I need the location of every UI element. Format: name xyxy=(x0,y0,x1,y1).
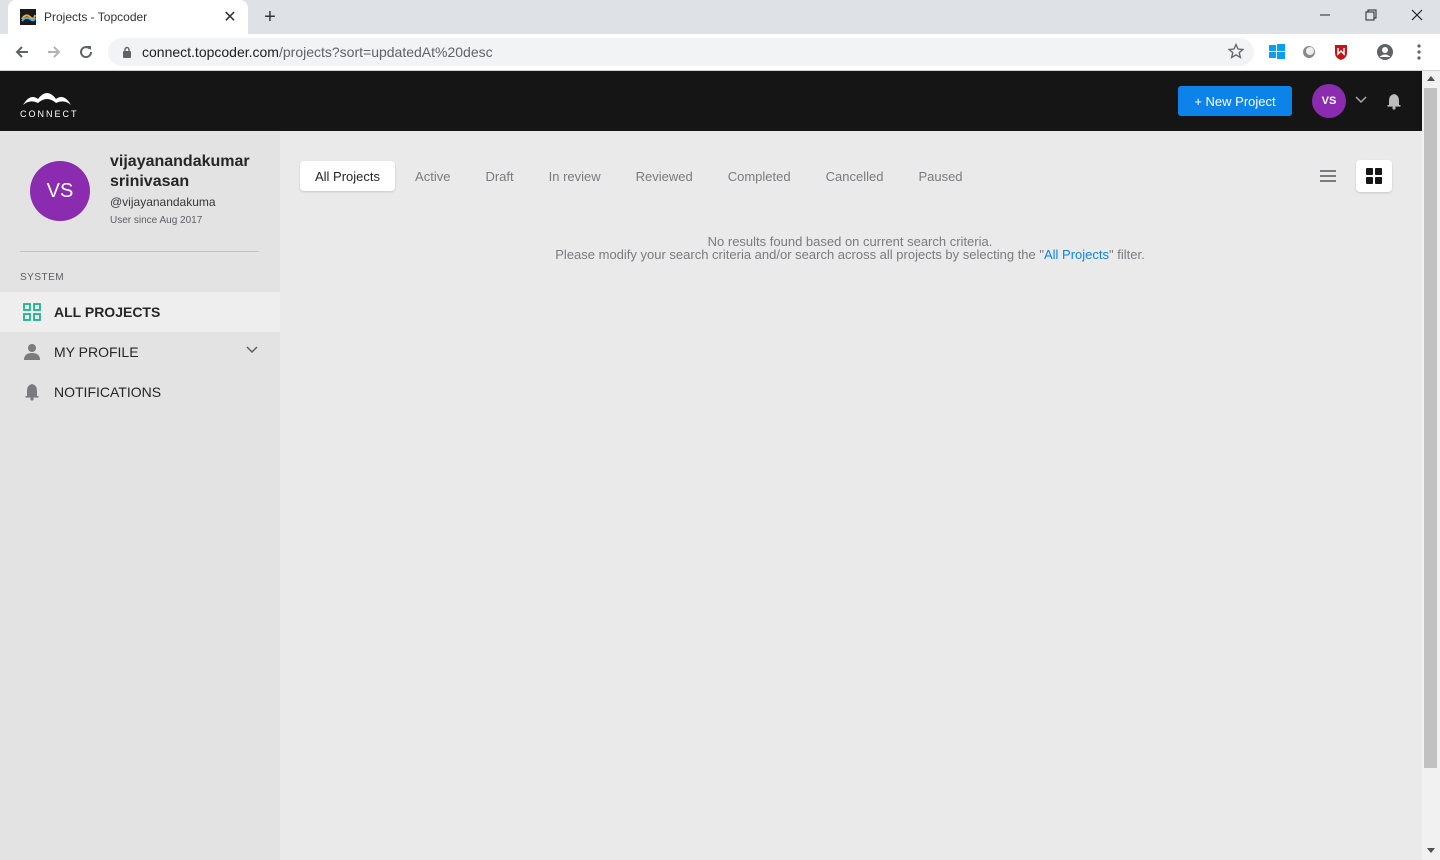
tab-reviewed[interactable]: Reviewed xyxy=(621,161,708,191)
circle-extension-icon[interactable] xyxy=(1300,43,1318,61)
bell-icon xyxy=(22,382,42,402)
new-project-button[interactable]: + New Project xyxy=(1178,86,1292,116)
chevron-down-icon[interactable] xyxy=(246,346,258,354)
page-scrollbar[interactable] xyxy=(1422,71,1440,860)
empty-state-message: No results found based on current search… xyxy=(300,235,1400,261)
windows-extension-icon[interactable] xyxy=(1268,43,1286,61)
tab-active[interactable]: Active xyxy=(400,161,465,191)
topcoder-favicon-icon xyxy=(20,9,36,25)
logo-text: CONNECT xyxy=(20,109,79,119)
forward-icon[interactable] xyxy=(42,40,66,64)
sidebar-item-all-projects[interactable]: ALL PROJECTS xyxy=(0,292,280,332)
tab-in-review[interactable]: In review xyxy=(534,161,616,191)
menu-kebab-icon[interactable] xyxy=(1410,43,1428,61)
scroll-thumb[interactable] xyxy=(1424,88,1437,768)
sidebar-item-label: ALL PROJECTS xyxy=(54,304,161,320)
browser-toolbar: connect.topcoder.com/projects?sort=updat… xyxy=(0,34,1440,71)
browser-tabstrip: Projects - Topcoder ✕ + xyxy=(0,0,1440,34)
tab-all-projects[interactable]: All Projects xyxy=(300,161,396,191)
profile-avatar: VS xyxy=(30,161,90,221)
account-icon[interactable] xyxy=(1376,43,1394,61)
scroll-down-icon[interactable] xyxy=(1427,848,1435,853)
sidebar-item-my-profile[interactable]: MY PROFILE xyxy=(0,332,280,372)
browser-tab[interactable]: Projects - Topcoder ✕ xyxy=(8,0,248,34)
sidebar-item-notifications[interactable]: NOTIFICATIONS xyxy=(0,372,280,412)
scroll-up-icon[interactable] xyxy=(1427,76,1435,81)
minimize-icon[interactable] xyxy=(1302,0,1348,30)
list-view-icon[interactable] xyxy=(1312,161,1344,191)
address-bar[interactable]: connect.topcoder.com/projects?sort=updat… xyxy=(108,38,1254,66)
tab-paused[interactable]: Paused xyxy=(903,161,977,191)
sidebar: VS vijayanandakumar srinivasan @vijayana… xyxy=(0,131,280,860)
empty-line-2: Please modify your search criteria and/o… xyxy=(555,247,1145,262)
close-tab-icon[interactable]: ✕ xyxy=(222,7,238,27)
section-label: SYSTEM xyxy=(20,272,65,283)
grid-view-icon[interactable] xyxy=(1356,160,1392,192)
bell-icon[interactable] xyxy=(1385,92,1403,110)
tab-draft[interactable]: Draft xyxy=(470,161,528,191)
sidebar-item-label: MY PROFILE xyxy=(54,344,139,360)
sidebar-divider xyxy=(20,251,259,252)
project-filter-tabs: All Projects Active Draft In review Revi… xyxy=(300,161,983,191)
chevron-down-icon[interactable] xyxy=(1354,95,1368,105)
reload-icon[interactable] xyxy=(74,40,98,64)
lock-icon xyxy=(123,46,131,58)
bookmark-star-icon[interactable] xyxy=(1228,43,1244,59)
restore-icon[interactable] xyxy=(1348,0,1394,30)
sidebar-item-label: NOTIFICATIONS xyxy=(54,384,162,400)
all-projects-link[interactable]: All Projects xyxy=(1044,247,1109,262)
tab-cancelled[interactable]: Cancelled xyxy=(811,161,899,191)
grid-icon xyxy=(22,302,42,322)
url-text: connect.topcoder.com/projects?sort=updat… xyxy=(142,44,493,60)
app-header: CONNECT + New Project VS xyxy=(0,71,1422,131)
close-window-icon[interactable] xyxy=(1394,0,1440,30)
mcafee-shield-icon[interactable] xyxy=(1332,43,1350,61)
new-tab-icon[interactable]: + xyxy=(258,5,282,29)
back-icon[interactable] xyxy=(10,40,34,64)
tab-completed[interactable]: Completed xyxy=(713,161,806,191)
header-avatar[interactable]: VS xyxy=(1312,84,1346,118)
profile-handle: @vijayanandakuma xyxy=(110,195,216,209)
profile-name: vijayanandakumar srinivasan xyxy=(110,153,250,190)
tab-title: Projects - Topcoder xyxy=(44,10,148,24)
person-icon xyxy=(22,342,42,362)
profile-since: User since Aug 2017 xyxy=(110,215,203,226)
